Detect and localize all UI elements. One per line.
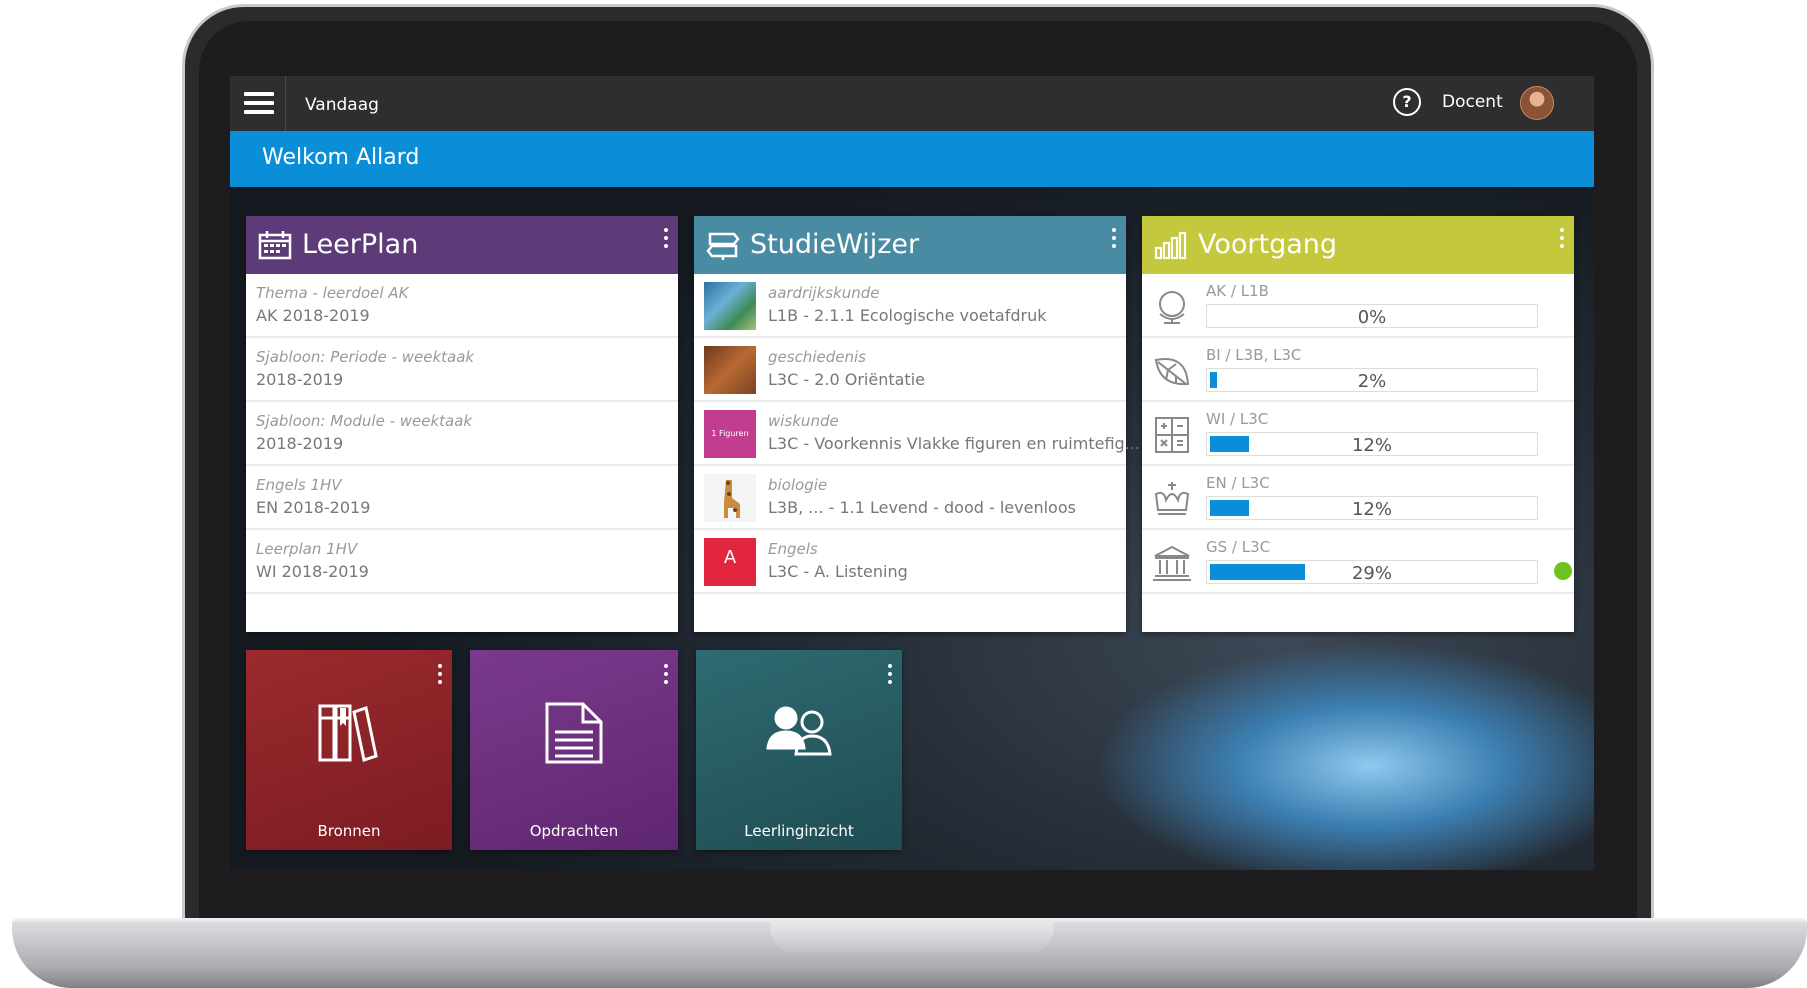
item-subject: biologie	[768, 476, 828, 494]
list-item[interactable]: A Engels L3C - A. Listening	[694, 530, 1126, 594]
more-options-icon[interactable]	[664, 228, 670, 248]
leerplan-header[interactable]: LeerPlan	[246, 216, 678, 274]
topbar-divider	[285, 76, 286, 131]
item-detail: L3C - A. Listening	[768, 562, 908, 581]
list-item[interactable]: Sjabloon: Module - weektaak 2018-2019	[246, 402, 678, 466]
calendar-icon	[258, 231, 292, 260]
geschiedenis-thumbnail	[704, 346, 756, 394]
progress-text: 29%	[1351, 563, 1392, 584]
role-label[interactable]: Docent	[1442, 92, 1503, 112]
list-item[interactable]: 1 Figuren wiskunde L3C - Voorkennis Vlakk…	[694, 402, 1140, 466]
tile-label: Opdrachten	[529, 822, 619, 840]
signpost-icon	[706, 232, 740, 260]
progress-label: AK / L1B	[1206, 282, 1269, 300]
item-subject: aardrijkskunde	[768, 284, 880, 302]
progress-bar: 2%	[1206, 368, 1538, 392]
progress-row[interactable]: AK / L1B 0%	[1142, 274, 1574, 338]
tile-label: Bronnen	[317, 822, 381, 840]
status-indicator	[1554, 562, 1572, 580]
list-item[interactable]: Leerplan 1HV WI 2018-2019	[246, 530, 678, 594]
progress-row[interactable]: WI / L3C 12%	[1142, 402, 1574, 466]
progress-bar: 0%	[1206, 304, 1538, 328]
item-subject: Engels 1HV	[256, 476, 342, 494]
progress-bar: 12%	[1206, 432, 1538, 456]
leerplan-card: LeerPlan Thema - leerdoel AK AK 2018-2019…	[246, 216, 678, 632]
item-detail: L3B, ... - 1.1 Levend - dood - levenloos	[768, 498, 1076, 517]
item-subject: geschiedenis	[768, 348, 866, 366]
studiewijzer-card: StudieWijzer aardrijkskunde L1B - 2.1.1 E…	[694, 216, 1140, 632]
leerplan-title: LeerPlan	[302, 229, 419, 260]
crown-icon	[1154, 482, 1190, 515]
item-detail: L3C - 2.0 Oriëntatie	[768, 370, 925, 389]
more-options-icon[interactable]	[1560, 228, 1566, 248]
progress-text: 12%	[1351, 435, 1392, 456]
wiskunde-thumbnail: 1 Figuren	[704, 410, 756, 458]
engels-thumbnail: A	[704, 538, 756, 586]
tile-label: Leerlinginzicht	[744, 822, 854, 840]
help-icon[interactable]: ?	[1393, 88, 1421, 116]
more-options-icon[interactable]	[1112, 228, 1118, 248]
progress-label: EN / L3C	[1206, 474, 1270, 492]
list-item[interactable]: aardrijkskunde L1B - 2.1.1 Ecologische vo…	[694, 274, 1126, 338]
books-icon	[318, 704, 378, 762]
studiewijzer-header[interactable]: StudieWijzer	[694, 216, 1126, 274]
more-options-icon[interactable]	[664, 664, 670, 684]
leaf-icon	[1154, 358, 1190, 386]
students-icon	[766, 706, 832, 756]
progress-label: BI / L3B, L3C	[1206, 346, 1302, 364]
screen: Vandaag ? Docent Welkom Allard LeerPlan …	[230, 76, 1594, 870]
item-period: EN 2018-2019	[256, 498, 371, 517]
museum-icon	[1153, 545, 1191, 581]
bar-chart-icon	[1154, 231, 1187, 260]
list-item[interactable]: Thema - leerdoel AK AK 2018-2019	[246, 274, 678, 338]
item-detail: L3C - Voorkennis Vlakke figuren en ruimt…	[768, 434, 1140, 453]
welcome-banner: Welkom Allard	[230, 131, 1594, 187]
page-title: Vandaag	[305, 95, 379, 115]
progress-row[interactable]: BI / L3B, L3C 2%	[1142, 338, 1574, 402]
more-options-icon[interactable]	[438, 664, 444, 684]
progress-label: WI / L3C	[1206, 410, 1269, 428]
item-subject: Thema - leerdoel AK	[256, 284, 409, 302]
voortgang-title: Voortgang	[1198, 229, 1338, 260]
item-period: 2018-2019	[256, 434, 344, 453]
progress-text: 0%	[1357, 307, 1387, 328]
voortgang-card: Voortgang AK / L1B 0% BI / L3B, L3C 2% W…	[1142, 216, 1574, 632]
aardrijkskunde-thumbnail	[704, 282, 756, 330]
progress-label: GS / L3C	[1206, 538, 1271, 556]
progress-row[interactable]: GS / L3C 29%	[1142, 530, 1574, 594]
studiewijzer-title: StudieWijzer	[750, 229, 920, 260]
document-icon	[545, 702, 603, 764]
item-detail: L1B - 2.1.1 Ecologische voetafdruk	[768, 306, 1047, 325]
list-item[interactable]: biologie L3B, ... - 1.1 Levend - dood - l…	[694, 466, 1126, 530]
list-item[interactable]: geschiedenis L3C - 2.0 Oriëntatie	[694, 338, 1126, 402]
list-item[interactable]: Sjabloon: Periode - weektaak 2018-2019	[246, 338, 678, 402]
opdrachten-tile[interactable]: Opdrachten	[470, 650, 678, 850]
item-period: 2018-2019	[256, 370, 344, 389]
progress-text: 2%	[1357, 371, 1387, 392]
item-subject: Sjabloon: Module - weektaak	[256, 412, 473, 430]
progress-text: 12%	[1351, 499, 1392, 520]
item-subject: Leerplan 1HV	[256, 540, 358, 558]
leerlinginzicht-tile[interactable]: Leerlinginzicht	[696, 650, 902, 850]
item-subject: wiskunde	[768, 412, 839, 430]
calculator-icon	[1155, 417, 1189, 453]
item-subject: Engels	[768, 540, 818, 558]
item-subject: Sjabloon: Periode - weektaak	[256, 348, 475, 366]
top-bar: Vandaag ? Docent	[230, 76, 1594, 131]
voortgang-header[interactable]: Voortgang	[1142, 216, 1574, 274]
welcome-text: Welkom Allard	[262, 145, 420, 170]
progress-bar: 29%	[1206, 560, 1538, 584]
globe-icon	[1159, 291, 1185, 324]
laptop-notch	[770, 922, 1054, 952]
progress-row[interactable]: EN / L3C 12%	[1142, 466, 1574, 530]
item-period: AK 2018-2019	[256, 306, 370, 325]
bronnen-tile[interactable]: Bronnen	[246, 650, 452, 850]
avatar[interactable]	[1520, 86, 1554, 120]
list-item[interactable]: Engels 1HV EN 2018-2019	[246, 466, 678, 530]
progress-bar: 12%	[1206, 496, 1538, 520]
item-period: WI 2018-2019	[256, 562, 369, 581]
more-options-icon[interactable]	[888, 664, 894, 684]
hamburger-menu-icon[interactable]	[244, 88, 274, 118]
giraffe-thumbnail	[704, 474, 756, 522]
